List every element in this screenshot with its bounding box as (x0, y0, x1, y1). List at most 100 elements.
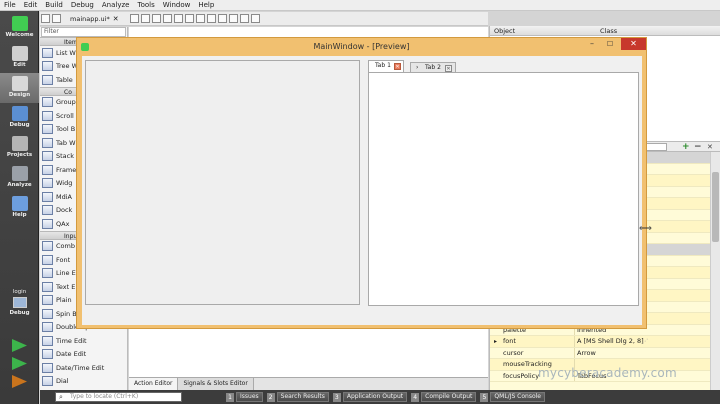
edit-buddies-icon[interactable] (151, 14, 161, 23)
minimize-icon[interactable]: – (583, 38, 601, 50)
widget-icon (42, 362, 53, 373)
status-bar: ⌕ Type to locate (Ctrl+K) 1 Issues 2 Search… (40, 390, 720, 404)
output-pane-button[interactable]: 2 Search Results (266, 392, 329, 402)
search-icon: ⌕ (59, 393, 63, 401)
layout-horizontal-icon[interactable] (173, 14, 183, 23)
object-column-header[interactable]: Object (490, 26, 596, 35)
edit-icon (11, 46, 28, 61)
menu-debug[interactable]: Debug (67, 0, 98, 11)
menu-analyze[interactable]: Analyze (98, 0, 134, 11)
output-pane-button[interactable]: 5 QML/JS Console (480, 392, 545, 402)
class-column-header[interactable]: Class (596, 26, 617, 35)
widget-icon (42, 218, 53, 229)
widget-icon (42, 205, 53, 216)
back-icon[interactable] (41, 14, 50, 23)
property-row[interactable]: ▸ font A [MS Shell Dlg 2, 8] (490, 336, 720, 348)
layout-v-splitter-icon[interactable] (206, 14, 216, 23)
break-layout-icon[interactable] (239, 14, 249, 23)
locator-input[interactable]: ⌕ Type to locate (Ctrl+K) (55, 392, 182, 402)
pane-number: 3 (332, 392, 341, 402)
mode-label: Edit (13, 62, 26, 68)
adjust-size-icon[interactable] (250, 14, 260, 23)
editor-tab[interactable]: Signals & Slots Editor (178, 378, 254, 390)
build-icon[interactable] (12, 375, 27, 388)
close-document-icon[interactable]: ✕ (113, 15, 119, 23)
widget-item[interactable]: Date/Time Edit (40, 361, 127, 375)
designer-toolbar: mainapp.ui* ✕ (40, 12, 488, 26)
output-pane-button[interactable]: 4 Compile Output (411, 392, 477, 402)
widget-icon (42, 295, 53, 306)
widget-item[interactable]: Date Edit (40, 348, 127, 362)
tab-1-close-icon[interactable]: ✕ (394, 63, 401, 70)
forward-icon[interactable] (52, 14, 61, 23)
property-editor-scrollbar[interactable] (710, 152, 720, 390)
close-icon[interactable]: ✕ (621, 38, 646, 50)
property-name: cursor (490, 348, 574, 359)
size-grip-icon[interactable]: ⋰ (642, 338, 648, 345)
menu-bar: File Edit Build Debug Analyze Tools Window Help (0, 0, 720, 11)
mode-analyze[interactable]: Analyze (0, 163, 39, 193)
start-debugging-icon[interactable] (12, 357, 27, 370)
menu-window[interactable]: Window (159, 0, 195, 11)
tab-page (368, 72, 639, 306)
property-row[interactable]: cursor Arrow (490, 347, 720, 359)
menu-file[interactable]: File (0, 0, 20, 11)
layout-h-splitter-icon[interactable] (195, 14, 205, 23)
widget-label: Date Edit (56, 350, 87, 359)
edit-widgets-icon[interactable] (129, 14, 139, 23)
mode-debug[interactable]: Debug (0, 103, 39, 133)
edit-tab-order-icon[interactable] (162, 14, 172, 23)
mode-label: Debug (9, 122, 30, 128)
mode-label: Welcome (5, 32, 34, 38)
add-property-icon[interactable]: + (682, 142, 690, 152)
qt-logo-icon (11, 16, 28, 31)
layout-grid-icon[interactable] (228, 14, 238, 23)
open-document-tab[interactable]: mainapp.ui* ✕ (70, 15, 119, 23)
widget-item[interactable]: Time Edit (40, 334, 127, 348)
kit-selector[interactable]: login Debug (0, 289, 39, 316)
mode-help[interactable]: Help (0, 193, 39, 223)
run-icon[interactable] (12, 339, 27, 352)
editor-tab[interactable]: Action Editor (129, 378, 179, 390)
widget-label: Time Edit (56, 336, 87, 345)
widget-label: Tool B (56, 125, 76, 134)
edit-signals-icon[interactable] (140, 14, 150, 23)
output-pane-button[interactable]: 1 Issues (226, 392, 263, 402)
layout-vertical-icon[interactable] (184, 14, 194, 23)
layout-form-icon[interactable] (217, 14, 227, 23)
kit-config: Debug (9, 310, 30, 316)
pane-number: 4 (411, 392, 420, 402)
widget-label: Date/Time Edit (56, 363, 105, 372)
pane-number: 5 (480, 392, 489, 402)
widget-label: Frame (56, 165, 77, 174)
projects-icon (11, 136, 28, 151)
pane-label: Compile Output (421, 392, 477, 402)
document-name: mainapp.ui* (70, 14, 110, 23)
menu-build[interactable]: Build (41, 0, 67, 11)
expand-icon[interactable]: ▸ (494, 336, 497, 348)
left-widget-pane (85, 60, 360, 305)
menu-tools[interactable]: Tools (133, 0, 158, 11)
property-name-text: focusPolicy (503, 371, 540, 380)
object-inspector-header: Object Class (490, 26, 720, 36)
preview-title-bar[interactable]: MainWindow - [Preview] – ☐ ✕ (77, 38, 646, 56)
mode-design[interactable]: Design (0, 73, 39, 103)
remove-property-icon[interactable]: − (694, 142, 702, 152)
editor-tabs: Action Editor Signals & Slots Editor (129, 377, 488, 390)
mode-selector-bar: Welcome Edit Design Debug Projects Analyze Hel… (0, 11, 39, 404)
menu-help[interactable]: Help (194, 0, 218, 11)
tab-2-label: Tab 2 (425, 64, 441, 71)
widget-filter-input[interactable]: Filter (41, 27, 126, 37)
widget-item[interactable]: Dial (40, 375, 127, 389)
mode-edit[interactable]: Edit (0, 43, 39, 73)
mode-welcome[interactable]: Welcome (0, 13, 39, 43)
widget-icon (42, 335, 53, 346)
configure-icon[interactable]: ✕ (707, 142, 713, 152)
output-pane-button[interactable]: 3 Application Output (332, 392, 408, 402)
tab-2-close-icon[interactable]: ✕ (445, 65, 452, 72)
mode-projects[interactable]: Projects (0, 133, 39, 163)
scrollbar-thumb[interactable] (712, 172, 719, 242)
maximize-icon[interactable]: ☐ (601, 38, 619, 50)
widget-icon (42, 47, 53, 58)
menu-edit[interactable]: Edit (20, 0, 42, 11)
